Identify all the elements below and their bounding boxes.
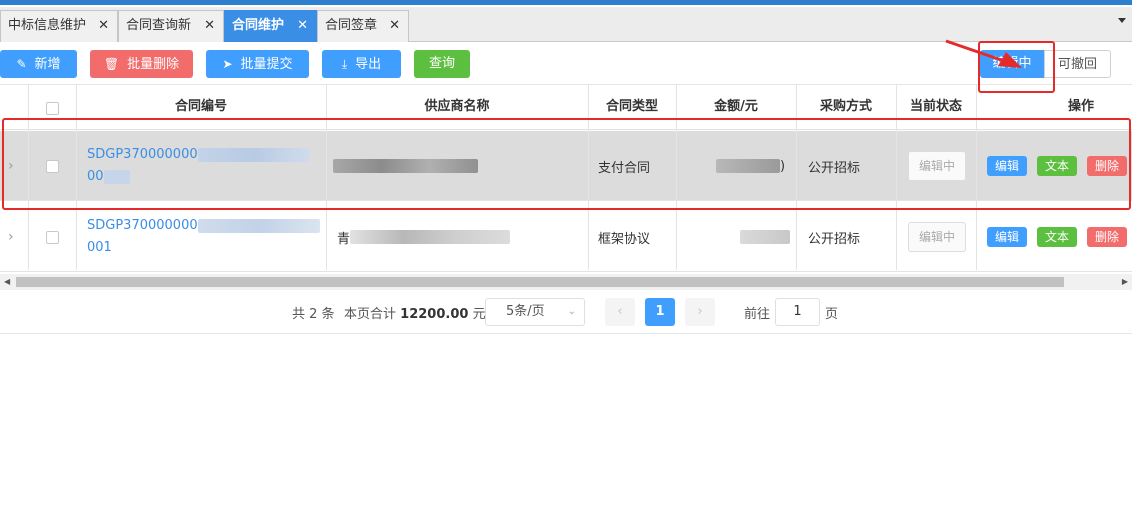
supplier-cell: 青 <box>337 202 511 272</box>
actions-cell: 编辑 文本 删除 <box>987 202 1132 272</box>
tab-contract-query[interactable]: 合同查询新 ✕ <box>118 10 224 42</box>
row-checkbox[interactable] <box>46 230 59 244</box>
goto-unit: 页 <box>825 307 839 322</box>
status-cell: 编辑中 <box>908 202 966 272</box>
contract-no-link-line2[interactable]: 001 <box>87 237 320 259</box>
window-top-strip <box>0 0 1132 5</box>
page-size-select[interactable]: 5条/页 ⌄ <box>485 298 585 326</box>
redacted-text <box>740 230 790 244</box>
goto-label: 前往 <box>744 307 771 322</box>
batch-submit-button[interactable]: ➤ 批量提交 <box>206 50 309 78</box>
scrollbar-thumb[interactable] <box>16 277 1064 287</box>
annotation-box-status-filter <box>978 41 1055 93</box>
next-page-button[interactable]: › <box>685 298 715 326</box>
redacted-text <box>350 230 511 244</box>
add-button[interactable]: ✎ 新增 <box>0 50 77 78</box>
contract-type-cell: 框架协议 <box>598 231 651 247</box>
annotation-box-row <box>2 118 1131 210</box>
export-button[interactable]: ⤓ 导出 <box>322 50 401 78</box>
tab-close-icon[interactable]: ✕ <box>204 11 215 41</box>
scroll-left-arrow-icon[interactable]: ◀ <box>4 277 10 286</box>
tab-contract-maintenance[interactable]: 合同维护 ✕ <box>224 10 317 42</box>
amount-cell <box>740 202 790 272</box>
contract-no-link[interactable]: SDGP370000000 <box>87 215 320 237</box>
prev-page-button[interactable]: ‹ <box>605 298 635 326</box>
horizontal-scrollbar[interactable]: ◀ ▶ <box>0 274 1132 290</box>
scroll-right-arrow-icon[interactable]: ▶ <box>1122 277 1128 286</box>
tab-label: 合同签章 <box>325 18 378 33</box>
batch-delete-button[interactable]: 🗑 批量删除 <box>90 50 193 78</box>
goto-page-input[interactable]: 1 <box>775 298 820 326</box>
tab-dropdown-icon[interactable] <box>1118 18 1126 23</box>
trash-icon: 🗑 <box>103 57 120 71</box>
tab-bid-info[interactable]: 中标信息维护 ✕ <box>0 10 118 42</box>
tab-label: 合同维护 <box>232 18 285 33</box>
chevron-down-icon: ⌄ <box>567 306 576 317</box>
table-row[interactable]: › SDGP370000000 001 青 框架协议 公开招标 编辑中 编辑 文… <box>0 202 1132 272</box>
expand-chevron-icon[interactable]: › <box>8 202 14 272</box>
page-sum: 本页合计 12200.00 元 <box>344 307 486 322</box>
tab-label: 合同查询新 <box>126 18 192 33</box>
tab-contract-signing[interactable]: 合同签章 ✕ <box>317 10 409 42</box>
pencil-icon: ✎ <box>16 57 27 71</box>
delete-button[interactable]: 删除 <box>1087 227 1127 247</box>
send-icon: ➤ <box>222 57 233 71</box>
pagination: 共 2 条 本页合计 12200.00 元 5条/页 ⌄ ‹ 1 › 前往 1 … <box>0 290 1132 334</box>
tab-close-icon[interactable]: ✕ <box>98 11 109 41</box>
row-select-cell <box>46 202 59 272</box>
text-button[interactable]: 文本 <box>1037 227 1077 247</box>
tab-close-icon[interactable]: ✕ <box>389 11 400 41</box>
tab-close-icon[interactable]: ✕ <box>297 11 308 41</box>
total-count: 共 2 条 <box>292 307 335 322</box>
edit-button[interactable]: 编辑 <box>987 227 1027 247</box>
current-page-button[interactable]: 1 <box>645 298 675 326</box>
contract-no-cell: SDGP370000000 001 <box>87 202 322 272</box>
query-button[interactable]: 查询 <box>414 50 470 78</box>
select-all-checkbox[interactable] <box>45 101 59 115</box>
tab-bar: 中标信息维护 ✕ 合同查询新 ✕ 合同维护 ✕ 合同签章 ✕ <box>0 7 1132 42</box>
status-badge: 编辑中 <box>908 222 966 252</box>
redacted-text <box>197 218 320 233</box>
download-icon: ⤓ <box>341 57 348 71</box>
tab-label: 中标信息维护 <box>8 18 87 33</box>
procurement-method-cell: 公开招标 <box>808 231 861 247</box>
